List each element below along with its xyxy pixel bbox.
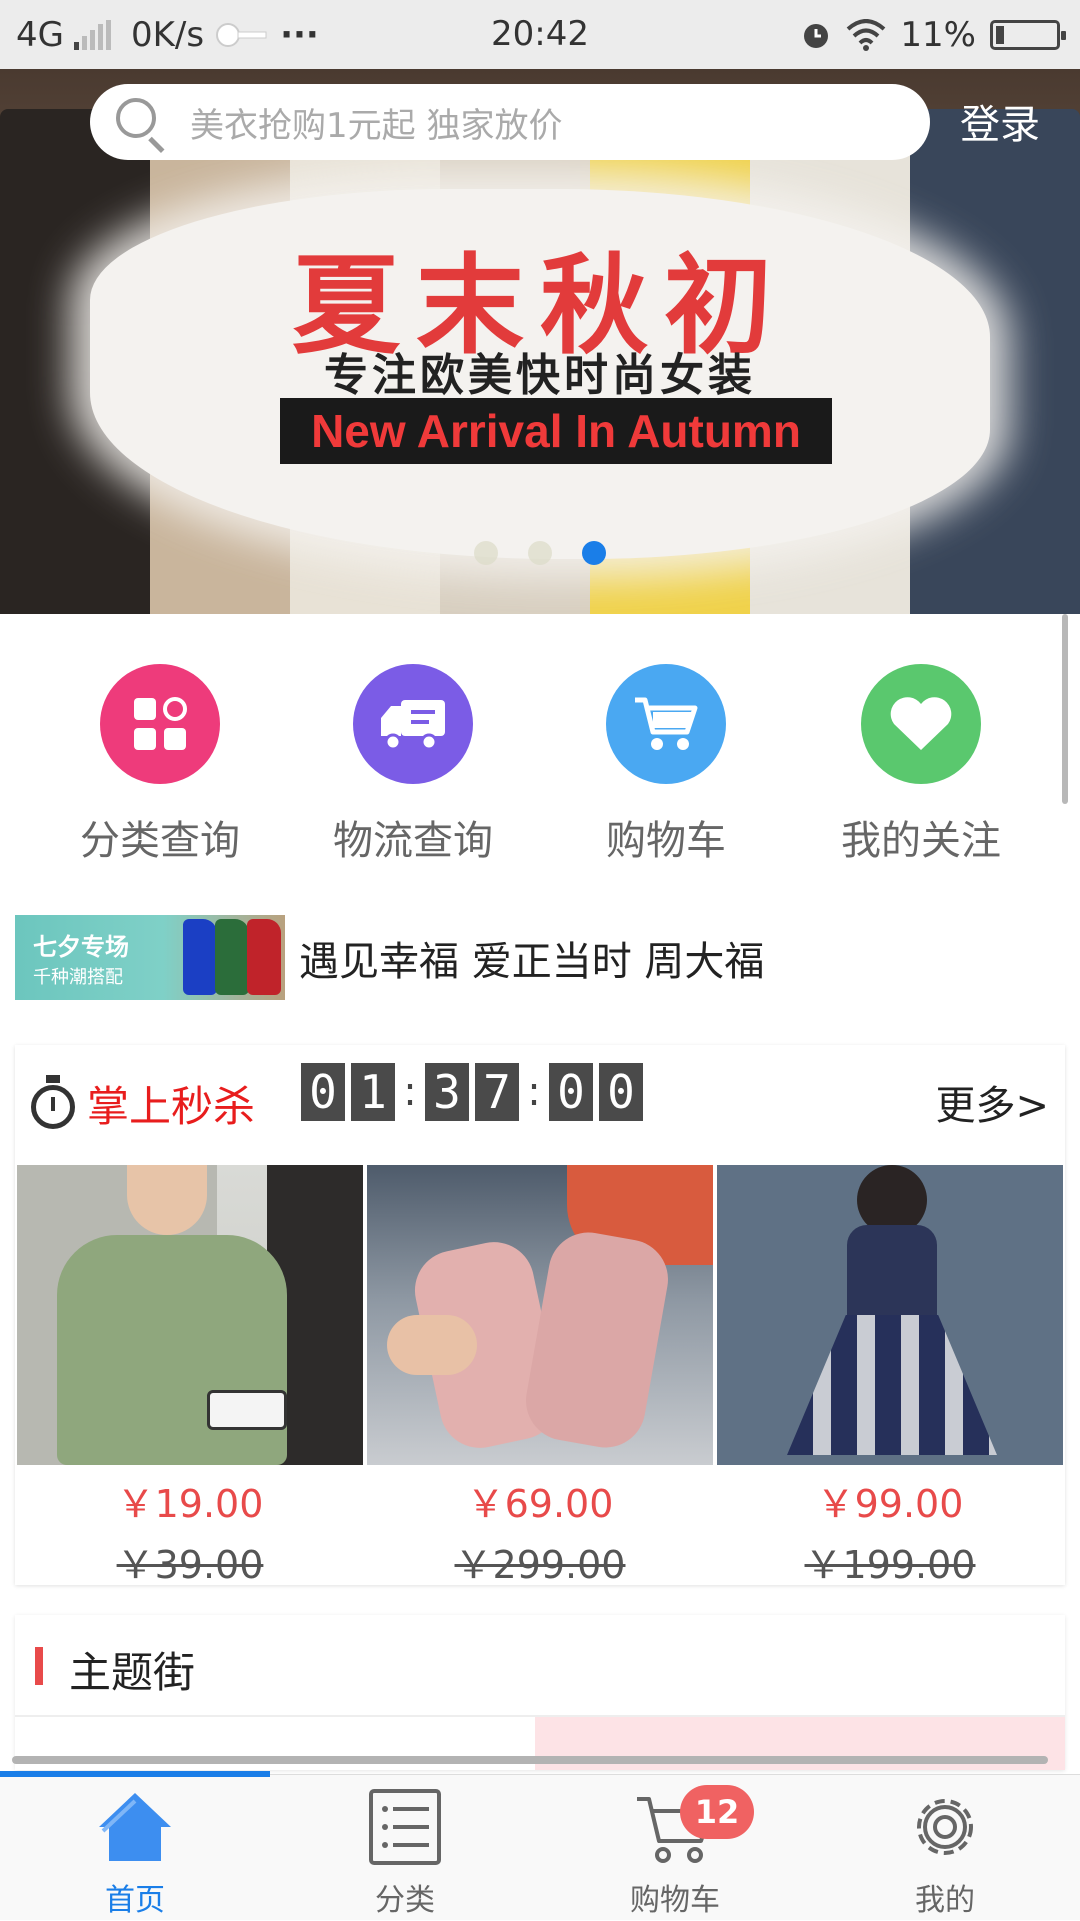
- product-image[interactable]: [17, 1165, 363, 1465]
- stopwatch-icon: [29, 1075, 77, 1131]
- signal-icon: [73, 19, 111, 50]
- carousel-dot[interactable]: [474, 541, 498, 565]
- countdown-digit: 7: [475, 1063, 519, 1121]
- tab-category[interactable]: 分类: [270, 1775, 540, 1921]
- search-icon: [110, 92, 170, 153]
- tab-label: 我的: [915, 1883, 975, 1918]
- product-original-price: ￥39.00: [116, 1543, 264, 1587]
- product-card[interactable]: ￥19.00 ￥39.00: [15, 1165, 365, 1589]
- tab-me[interactable]: 我的: [810, 1775, 1080, 1921]
- network-type: 4G: [16, 14, 64, 55]
- wifi-icon: [847, 18, 886, 51]
- section-marker: [35, 1647, 43, 1685]
- quick-item-category[interactable]: 分类查询: [50, 664, 270, 866]
- quick-item-label: 购物车: [606, 818, 726, 864]
- promo-text[interactable]: 遇见幸福 爱正当时 周大福: [299, 929, 764, 987]
- carousel-dot-active[interactable]: [582, 541, 606, 565]
- tab-home[interactable]: 首页: [0, 1775, 270, 1921]
- product-original-price: ￥199.00: [804, 1543, 976, 1587]
- product-price: ￥19.00: [116, 1482, 264, 1526]
- promo-image[interactable]: 七夕专场 千种潮搭配: [15, 915, 285, 1000]
- flash-sale-header: 掌上秒杀 0 1 : 3 7 : 0 0 更多>: [15, 1045, 1065, 1165]
- status-bar: 4G 0K/s ··· 20:42 11%: [0, 0, 1080, 69]
- carousel-dots: [0, 541, 1080, 565]
- search-bar[interactable]: 美衣抢购1元起 独家放价: [90, 84, 930, 160]
- countdown-timer: 0 1 : 3 7 : 0 0: [301, 1063, 649, 1121]
- product-image[interactable]: [367, 1165, 713, 1465]
- quick-item-label: 分类查询: [80, 818, 240, 864]
- countdown-digit: 3: [425, 1063, 469, 1121]
- home-icon: [95, 1787, 175, 1867]
- product-card[interactable]: ￥99.00 ￥199.00: [715, 1165, 1065, 1589]
- tab-label: 购物车: [630, 1883, 720, 1918]
- delivery-truck-icon: [353, 664, 473, 784]
- countdown-digit: 0: [549, 1063, 593, 1121]
- more-indicator: ···: [280, 14, 319, 55]
- promo-badge-subtitle: 千种潮搭配: [33, 967, 123, 988]
- tab-cart[interactable]: 购物车: [540, 1775, 810, 1921]
- list-icon: [365, 1787, 445, 1867]
- quick-item-cart[interactable]: 购物车: [556, 664, 776, 866]
- key-icon: [216, 22, 267, 47]
- login-button[interactable]: 登录: [960, 92, 1040, 150]
- flash-sale-title: 掌上秒杀: [87, 1082, 256, 1131]
- product-original-price: ￥299.00: [454, 1543, 626, 1587]
- promo-badge-title: 七夕专场: [33, 933, 129, 961]
- countdown-digit: 1: [351, 1063, 395, 1121]
- countdown-digit: 0: [599, 1063, 643, 1121]
- theme-street-section: 主题街: [15, 1615, 1065, 1770]
- settings-gear-icon: [905, 1787, 985, 1867]
- tab-label: 首页: [105, 1883, 165, 1918]
- shopping-cart-icon: [606, 664, 726, 784]
- quick-item-logistics[interactable]: 物流查询: [303, 664, 523, 866]
- more-link[interactable]: 更多>: [935, 1073, 1049, 1131]
- quick-menu: 分类查询 物流查询 购物车 我的关注: [0, 614, 1080, 874]
- theme-street-title: 主题街: [69, 1648, 196, 1697]
- battery-icon: [990, 19, 1066, 50]
- quick-item-follow[interactable]: 我的关注: [811, 664, 1031, 866]
- banner-subtitle: 专注欧美快时尚女装: [324, 350, 756, 401]
- countdown-separator: :: [403, 1069, 417, 1115]
- vertical-scrollbar[interactable]: [1062, 614, 1068, 804]
- flash-products: ￥19.00 ￥39.00 ￥69.00 ￥299.00 ￥99.00 ￥199…: [15, 1165, 1065, 1589]
- carousel-dot[interactable]: [528, 541, 552, 565]
- product-image[interactable]: [717, 1165, 1063, 1465]
- boot-graphic: [247, 919, 281, 995]
- quick-item-label: 我的关注: [841, 818, 1001, 864]
- boot-graphic: [215, 919, 249, 995]
- heart-icon: [861, 664, 981, 784]
- countdown-digit: 0: [301, 1063, 345, 1121]
- quick-item-label: 物流查询: [333, 818, 493, 864]
- cart-count-badge: 12: [680, 1785, 754, 1839]
- network-speed: 0K/s: [130, 14, 205, 55]
- product-card[interactable]: ￥69.00 ￥299.00: [365, 1165, 715, 1589]
- flash-sale-card: 掌上秒杀 0 1 : 3 7 : 0 0 更多> ￥19.00 ￥39.00 ￥…: [15, 1045, 1065, 1587]
- boot-graphic: [183, 919, 217, 995]
- bottom-tab-bar: 首页 分类 购物车 我的 12: [0, 1771, 1080, 1921]
- tab-label: 分类: [375, 1883, 435, 1918]
- category-grid-icon: [100, 664, 220, 784]
- horizontal-scrollbar[interactable]: [12, 1756, 1048, 1764]
- search-input[interactable]: 美衣抢购1元起 独家放价: [190, 98, 562, 147]
- countdown-separator: :: [527, 1069, 541, 1115]
- status-right: 11%: [800, 0, 1066, 69]
- banner-tagline: New Arrival In Autumn: [280, 398, 832, 464]
- alarm-icon: [804, 23, 829, 48]
- product-price: ￥69.00: [466, 1482, 614, 1526]
- battery-percent: 11%: [900, 14, 976, 55]
- product-price: ￥99.00: [816, 1482, 964, 1526]
- status-left: 4G 0K/s ···: [16, 0, 319, 69]
- promo-strip[interactable]: 七夕专场 千种潮搭配 遇见幸福 爱正当时 周大福: [15, 915, 1065, 1000]
